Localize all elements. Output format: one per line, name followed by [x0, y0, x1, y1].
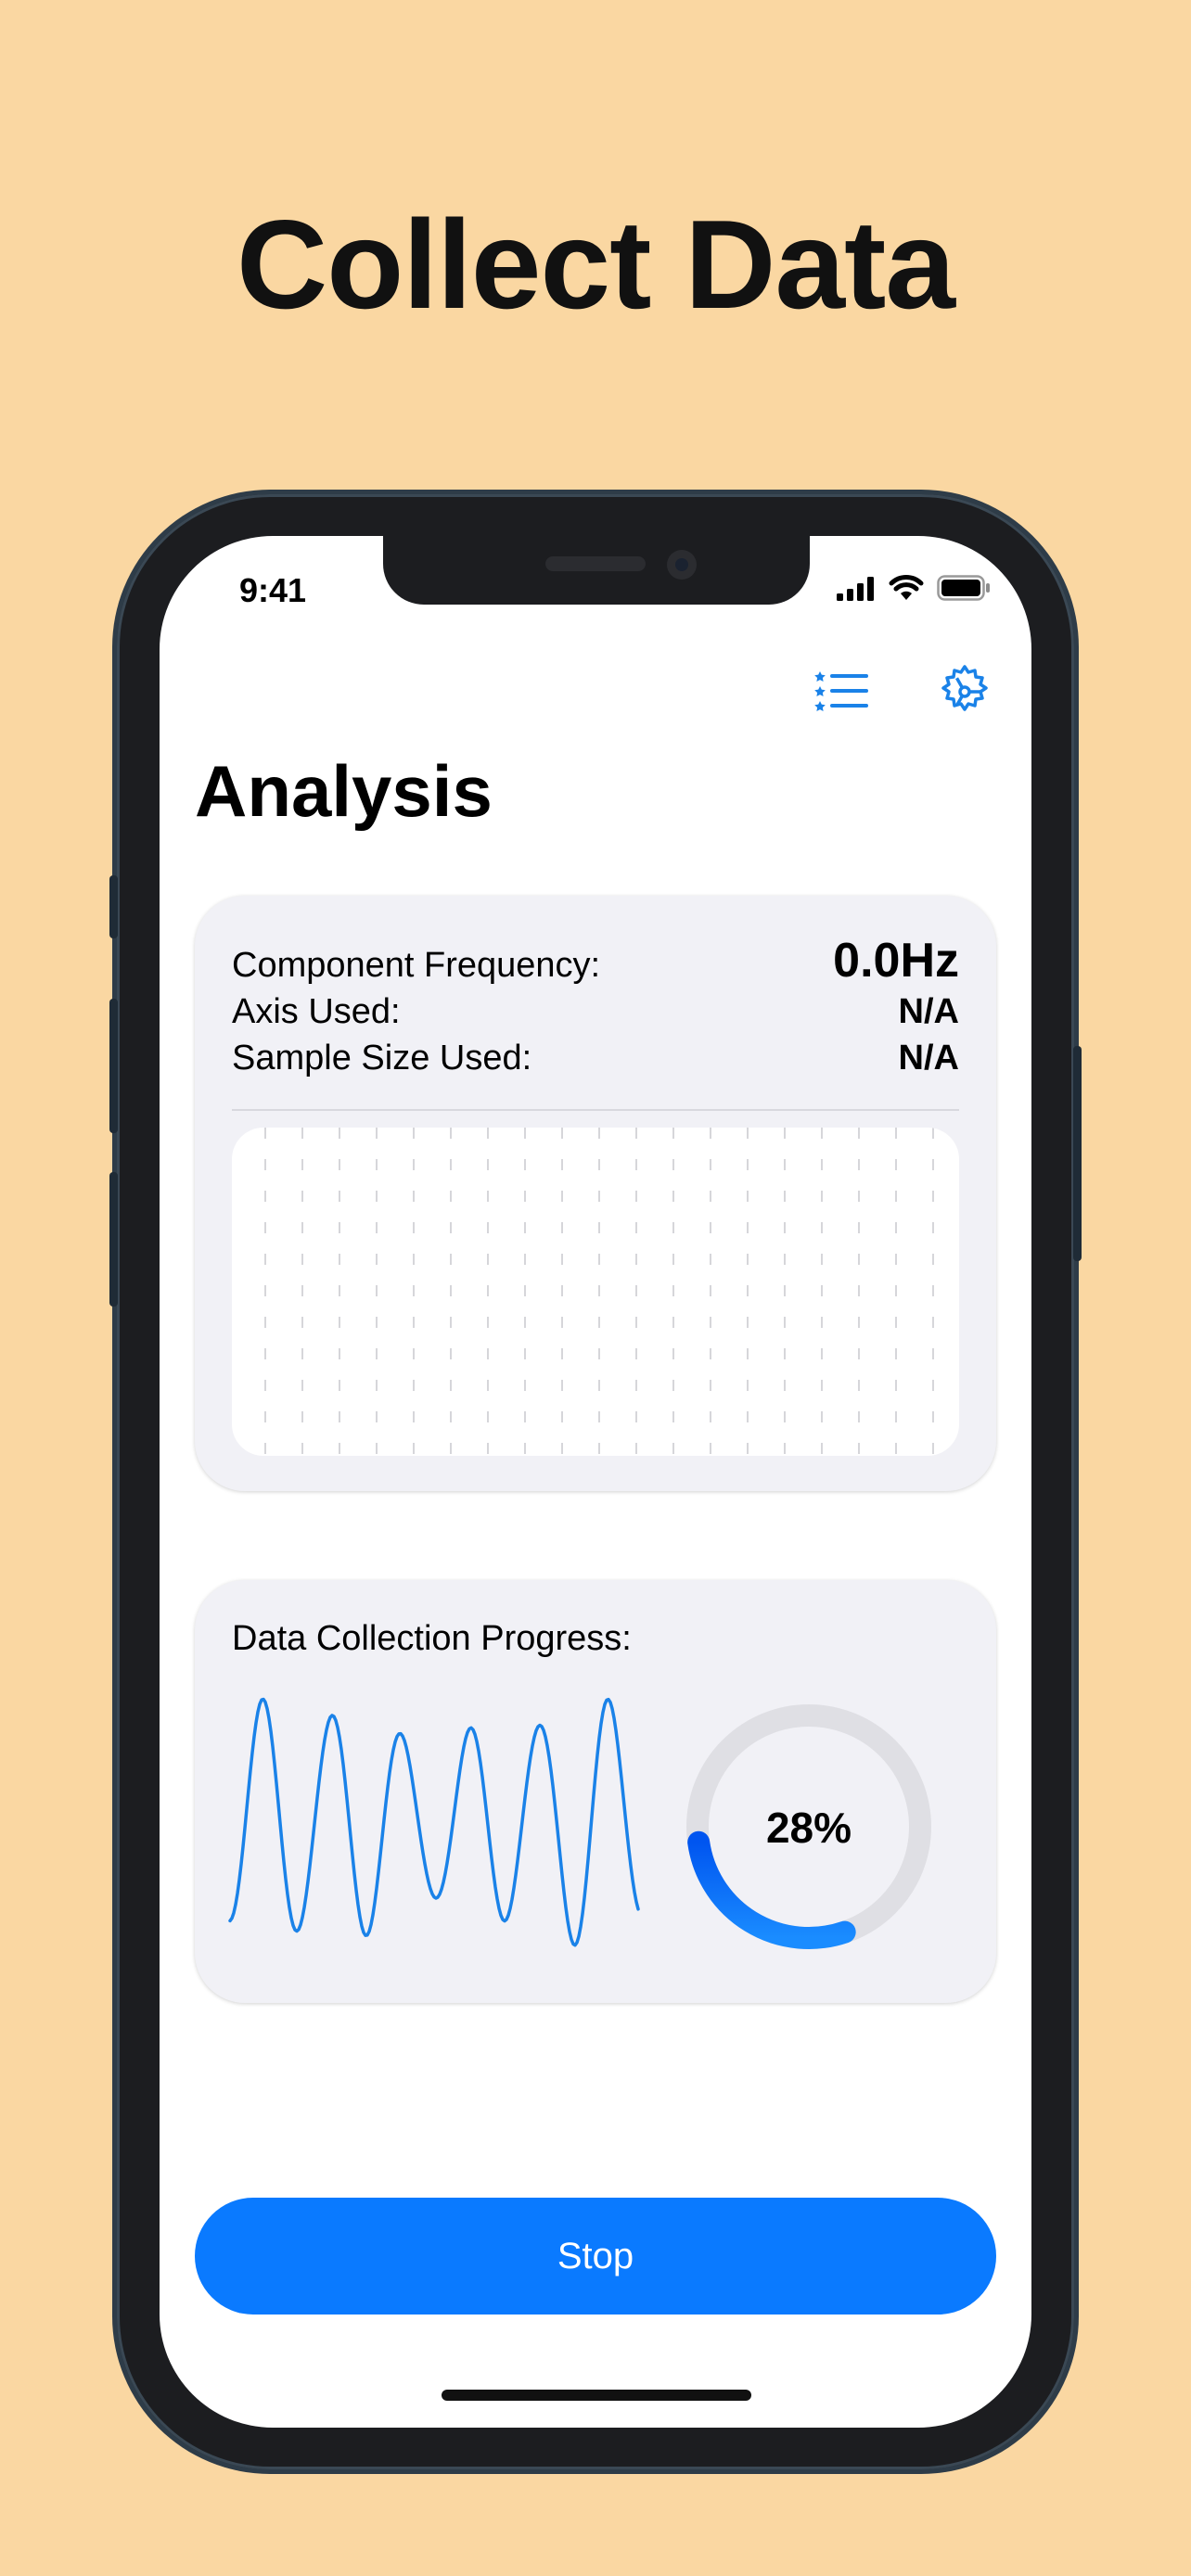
- status-time: 9:41: [239, 571, 307, 609]
- progress-card: Data Collection Progress: 28%: [195, 1580, 996, 2003]
- front-camera: [667, 550, 697, 580]
- axis-row: Axis Used: N/A: [232, 992, 959, 1032]
- volume-up-button: [109, 999, 118, 1133]
- waveform-line: [228, 1697, 640, 1947]
- volume-down-button: [109, 1172, 118, 1307]
- speaker: [545, 556, 646, 571]
- page-title: Analysis: [195, 750, 493, 832]
- sample-label: Sample Size Used:: [232, 1039, 532, 1078]
- power-button: [1073, 1046, 1082, 1261]
- progress-percent: 28%: [765, 1804, 852, 1852]
- home-indicator: [442, 2390, 751, 2401]
- battery-icon: [937, 575, 990, 601]
- frequency-value: 0.0Hz: [833, 934, 959, 988]
- analysis-card: Component Frequency: 0.0Hz Axis Used: N/…: [195, 896, 996, 1491]
- axis-value: N/A: [898, 992, 959, 1031]
- sample-value: N/A: [898, 1039, 959, 1078]
- waveform-graph: [228, 1697, 640, 1947]
- progress-label: Data Collection Progress:: [232, 1619, 632, 1658]
- cellular-signal-icon: [837, 577, 874, 601]
- silent-switch: [109, 875, 118, 938]
- sample-row: Sample Size Used: N/A: [232, 1039, 959, 1078]
- phone-screen: 9:41 Analysis Component Frequency: 0.0Hz…: [160, 536, 1031, 2428]
- stop-button[interactable]: Stop: [195, 2198, 996, 2315]
- frequency-label: Component Frequency:: [232, 946, 601, 985]
- progress-ring-fill: [687, 1830, 856, 1949]
- gear-icon[interactable]: [937, 664, 992, 720]
- card-divider: [232, 1109, 959, 1111]
- frequency-plot-svg: [232, 1128, 959, 1456]
- frequency-plot: [232, 1128, 959, 1456]
- list-icon[interactable]: [814, 664, 870, 720]
- status-icons: [837, 573, 991, 601]
- frequency-row: Component Frequency: 0.0Hz: [232, 933, 959, 988]
- wifi-icon: [889, 575, 924, 600]
- axis-label: Axis Used:: [232, 992, 401, 1031]
- stop-button-label: Stop: [557, 2235, 634, 2276]
- headline: Collect Data: [237, 194, 955, 335]
- notch: [383, 536, 810, 605]
